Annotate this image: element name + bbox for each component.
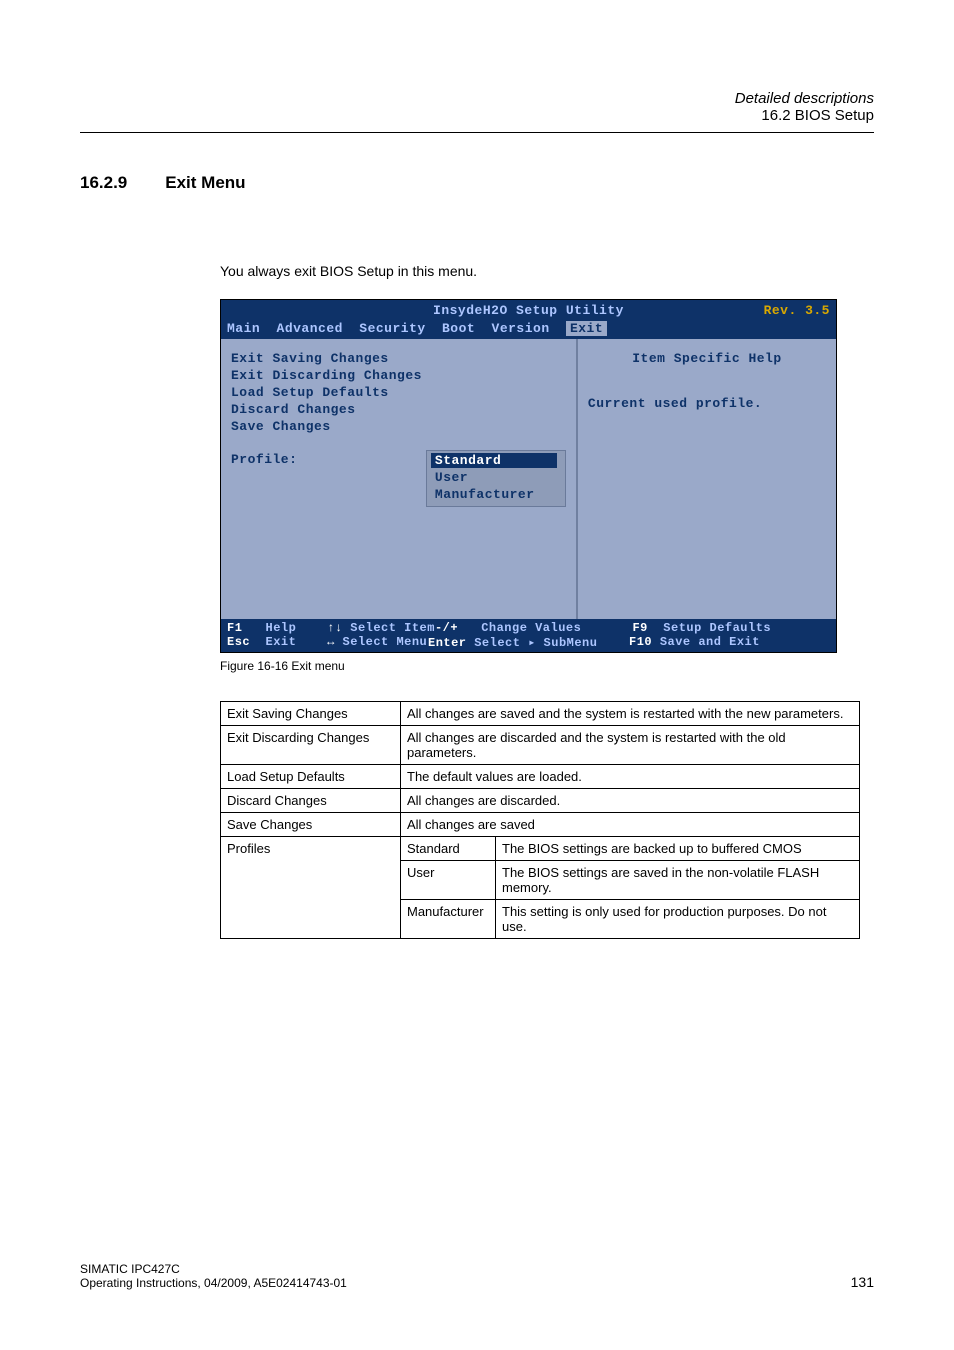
- key-enter-label: Select ▸ SubMenu: [474, 636, 597, 650]
- table-row: Save ChangesAll changes are saved: [221, 813, 860, 837]
- menu-discard-changes[interactable]: Discard Changes: [231, 402, 566, 417]
- bios-footer: F1 Help ↑↓ Select Item -/+ Change Values…: [221, 619, 836, 652]
- tab-security[interactable]: Security: [359, 321, 425, 336]
- section-heading: 16.2.9 Exit Menu: [80, 173, 874, 193]
- help-panel-text: Current used profile.: [588, 396, 826, 411]
- profile-label: Profile:: [231, 452, 431, 509]
- cell-desc: All changes are discarded.: [401, 789, 860, 813]
- profile-dropdown[interactable]: Standard User Manufacturer: [426, 450, 566, 507]
- key-f10-label: Save and Exit: [660, 635, 760, 649]
- cell-desc: The BIOS settings are backed up to buffe…: [496, 837, 860, 861]
- header-subsection: 16.2 BIOS Setup: [80, 107, 874, 124]
- section-title: Exit Menu: [165, 173, 245, 193]
- key-arrows-icon: ↑↓: [327, 621, 342, 635]
- key-f1-label: Help: [266, 621, 297, 635]
- table-row: ProfilesStandardThe BIOS settings are ba…: [221, 837, 860, 861]
- key-lr-label: Select Menu: [343, 635, 428, 649]
- profile-option-manufacturer[interactable]: Manufacturer: [435, 487, 557, 502]
- description-table: Exit Saving ChangesAll changes are saved…: [220, 701, 860, 939]
- help-panel-title: Item Specific Help: [588, 351, 826, 366]
- menu-exit-discarding[interactable]: Exit Discarding Changes: [231, 368, 566, 383]
- profile-option-user[interactable]: User: [435, 470, 557, 485]
- footer-docinfo: Operating Instructions, 04/2009, A5E0241…: [80, 1276, 347, 1290]
- profile-option-standard[interactable]: Standard: [431, 453, 557, 468]
- footer-product: SIMATIC IPC427C: [80, 1262, 347, 1276]
- key-plusminus: -/+: [435, 621, 458, 635]
- cell-desc: All changes are saved: [401, 813, 860, 837]
- menu-load-defaults[interactable]: Load Setup Defaults: [231, 385, 566, 400]
- table-row: Load Setup DefaultsThe default values ar…: [221, 765, 860, 789]
- cell-desc: The BIOS settings are saved in the non-v…: [496, 861, 860, 900]
- tab-exit[interactable]: Exit: [566, 321, 607, 336]
- figure-caption: Figure 16-16 Exit menu: [220, 659, 874, 673]
- cell-desc: All changes are saved and the system is …: [401, 702, 860, 726]
- header-rule: [80, 132, 874, 133]
- tab-main[interactable]: Main: [227, 321, 260, 336]
- cell-label: Exit Discarding Changes: [221, 726, 401, 765]
- key-arrows-label: Select Item: [350, 621, 435, 635]
- cell-sublabel: Standard: [401, 837, 496, 861]
- bios-tabs: Main Advanced Security Boot Version Exit: [221, 321, 836, 339]
- tab-version[interactable]: Version: [492, 321, 550, 336]
- cell-label: Discard Changes: [221, 789, 401, 813]
- cell-desc: This setting is only used for production…: [496, 900, 860, 939]
- page-footer: SIMATIC IPC427C Operating Instructions, …: [80, 1262, 874, 1290]
- table-row: Exit Discarding ChangesAll changes are d…: [221, 726, 860, 765]
- table-row: Discard ChangesAll changes are discarded…: [221, 789, 860, 813]
- cell-sublabel: Manufacturer: [401, 900, 496, 939]
- tab-boot[interactable]: Boot: [442, 321, 475, 336]
- cell-desc: All changes are discarded and the system…: [401, 726, 860, 765]
- table-row: Exit Saving ChangesAll changes are saved…: [221, 702, 860, 726]
- tab-advanced[interactable]: Advanced: [277, 321, 343, 336]
- bios-title: InsydeH2O Setup Utility: [433, 303, 624, 318]
- key-f9-label: Setup Defaults: [663, 621, 771, 635]
- cell-label: Exit Saving Changes: [221, 702, 401, 726]
- header-section-title: Detailed descriptions: [80, 90, 874, 107]
- key-esc: Esc: [227, 635, 250, 649]
- bios-screenshot: InsydeH2O Setup Utility Rev. 3.5 Main Ad…: [220, 299, 837, 653]
- cell-desc: The default values are loaded.: [401, 765, 860, 789]
- bios-revision: Rev. 3.5: [764, 303, 830, 318]
- key-f1: F1: [227, 621, 242, 635]
- cell-label: Load Setup Defaults: [221, 765, 401, 789]
- key-enter: Enter: [428, 636, 467, 650]
- menu-exit-saving[interactable]: Exit Saving Changes: [231, 351, 566, 366]
- key-plusminus-label: Change Values: [481, 621, 581, 635]
- key-f10: F10: [629, 635, 652, 649]
- cell-label: Save Changes: [221, 813, 401, 837]
- menu-save-changes[interactable]: Save Changes: [231, 419, 566, 434]
- cell-label: Profiles: [221, 837, 401, 939]
- key-lr-icon: ↔: [327, 635, 335, 649]
- intro-paragraph: You always exit BIOS Setup in this menu.: [220, 263, 874, 279]
- page-number: 131: [851, 1274, 874, 1290]
- key-esc-label: Exit: [266, 635, 297, 649]
- key-f9: F9: [632, 621, 647, 635]
- section-number: 16.2.9: [80, 173, 127, 193]
- cell-sublabel: User: [401, 861, 496, 900]
